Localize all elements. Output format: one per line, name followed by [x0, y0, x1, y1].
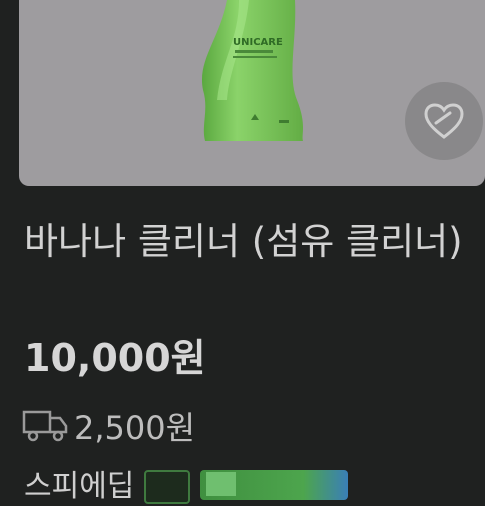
- trade-options-row: 스피에딥: [24, 466, 349, 504]
- heart-icon: [424, 103, 464, 139]
- shipping-fee: 2,500원: [74, 409, 196, 447]
- bottle-brand-text: UNICARE: [233, 37, 283, 48]
- product-title: 바나나 클리너 (섬유 클리너): [24, 220, 463, 263]
- product-image: UNICARE: [201, 0, 303, 141]
- truck-icon: [22, 410, 68, 442]
- like-button[interactable]: [405, 82, 483, 160]
- product-image-area[interactable]: UNICARE: [19, 0, 485, 186]
- option-badge-icon: [206, 472, 237, 496]
- trade-option-label: 스피에딥: [24, 469, 135, 504]
- product-price: 10,000원: [24, 336, 206, 380]
- shipping-info: 2,500원: [22, 404, 195, 448]
- option-badge-green: [200, 470, 349, 500]
- option-badge: [144, 470, 191, 504]
